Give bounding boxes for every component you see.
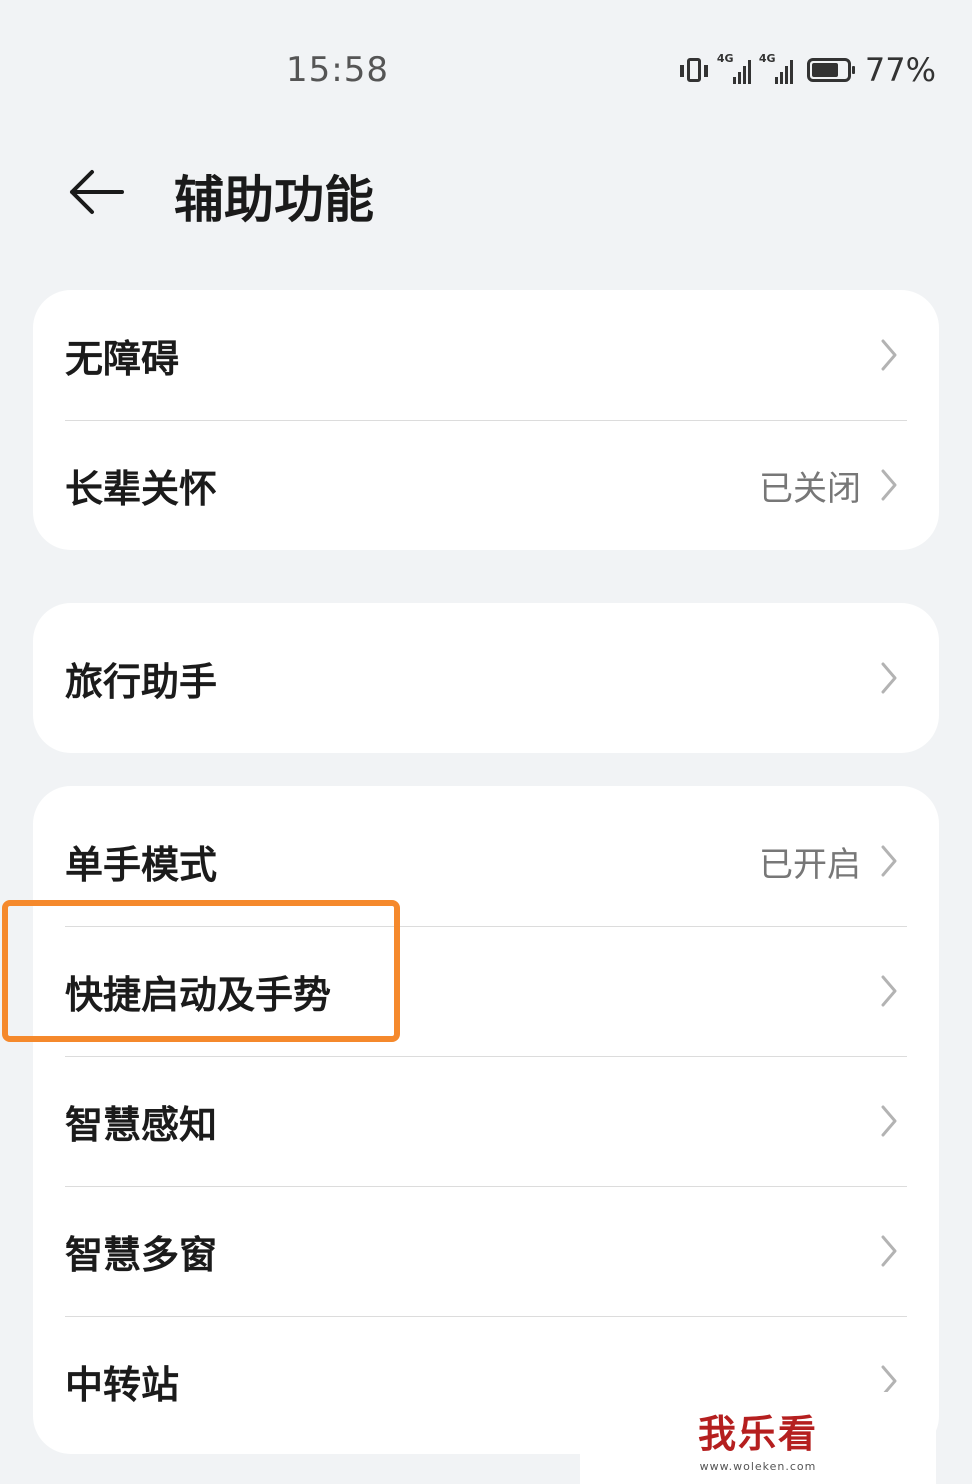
status-bar: 15:58 4G 4G 77% [0, 0, 972, 140]
arrow-left-icon [70, 170, 124, 214]
setting-item-shortcuts-gestures[interactable]: 快捷启动及手势 [33, 926, 939, 1056]
chevron-right-icon [881, 662, 897, 694]
setting-label: 智慧多窗 [65, 1232, 218, 1277]
status-time: 15:58 [286, 50, 389, 90]
chevron-right-icon [881, 845, 897, 877]
setting-item-travel-assistant[interactable]: 旅行助手 [33, 603, 939, 753]
chevron-right-icon [881, 339, 897, 371]
setting-label: 单手模式 [65, 842, 218, 887]
setting-item-smart-multi-window[interactable]: 智慧多窗 [33, 1186, 939, 1316]
setting-label: 旅行助手 [65, 659, 218, 704]
settings-group-1: 无障碍 长辈关怀 已关闭 [33, 290, 939, 550]
chevron-right-icon [881, 1105, 897, 1137]
setting-item-smart-perception[interactable]: 智慧感知 [33, 1056, 939, 1186]
network-type-label: 4G [716, 52, 734, 65]
network-type-label: 4G [758, 52, 776, 65]
setting-label: 中转站 [65, 1362, 180, 1407]
page-title: 辅助功能 [174, 171, 374, 229]
battery-fill [811, 63, 839, 77]
setting-item-one-hand-mode[interactable]: 单手模式 已开启 [33, 796, 939, 926]
signal-icon: 4G [717, 52, 751, 84]
battery-percentage: 77% [864, 51, 936, 89]
setting-status: 已开启 [759, 844, 861, 885]
settings-group-2: 旅行助手 [33, 603, 939, 753]
battery-icon [806, 58, 855, 82]
chevron-right-icon [881, 975, 897, 1007]
vibrate-icon [679, 58, 708, 82]
settings-group-3: 单手模式 已开启 快捷启动及手势 智慧感知 智慧多窗 中转站 [33, 786, 939, 1454]
setting-label: 长辈关怀 [65, 466, 218, 511]
watermark-logo: 我乐看 [697, 1412, 818, 1456]
setting-label: 快捷启动及手势 [65, 972, 332, 1017]
setting-label: 智慧感知 [65, 1102, 218, 1147]
watermark-url: www.woleken.com [699, 1460, 817, 1473]
status-icons: 4G 4G 77% [679, 51, 936, 89]
watermark: 我乐看 www.woleken.com [580, 1392, 936, 1484]
back-button[interactable] [64, 162, 128, 222]
signal-icon: 4G [759, 52, 793, 84]
chevron-right-icon [881, 469, 897, 501]
setting-status: 已关闭 [759, 468, 861, 509]
setting-item-elder-care[interactable]: 长辈关怀 已关闭 [33, 420, 939, 550]
header: 辅助功能 [0, 150, 972, 240]
setting-item-accessibility[interactable]: 无障碍 [33, 290, 939, 420]
setting-label: 无障碍 [65, 336, 180, 381]
chevron-right-icon [881, 1235, 897, 1267]
